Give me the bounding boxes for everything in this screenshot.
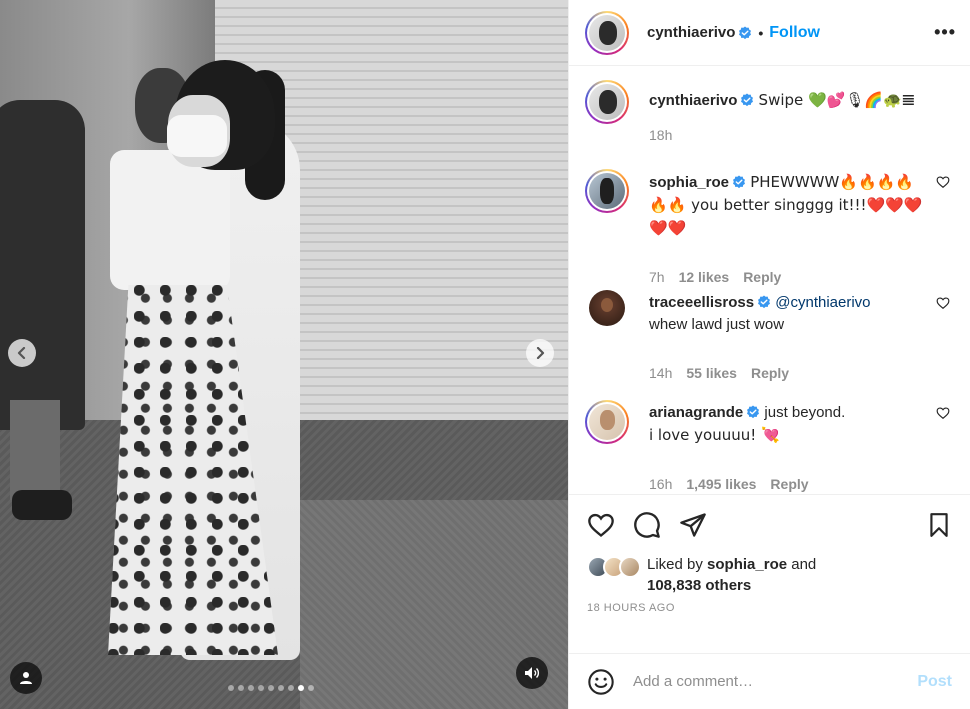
post-sidebar: cynthiaerivo • Follow ••• cynthiaerivo S… [568,0,970,709]
comment-meta: 16h 1,495 likes Reply [649,473,930,494]
header-separator: • [758,24,764,41]
comment-avatar[interactable] [585,169,629,213]
background-person [0,100,85,430]
face-mask [167,115,227,157]
hugging-person-left-top [110,150,230,290]
comment-meta: 7h 12 likes Reply [649,266,930,288]
verified-icon [747,405,760,419]
caption-text: Swipe 💚💕🎙🌈🐢𝌆 [758,91,916,109]
post-header: cynthiaerivo • Follow ••• [569,0,970,66]
slide-dot [228,685,234,691]
background-person-shoe [12,490,72,520]
emoji-icon[interactable] [587,668,615,696]
heart-icon[interactable] [936,175,950,189]
reply-button[interactable]: Reply [770,473,808,494]
comment-avatar[interactable] [585,400,629,444]
previous-slide-button[interactable] [8,339,36,367]
comment-time: 7h [649,269,665,285]
comment-likes[interactable]: 1,495 likes [686,473,756,494]
comment-meta: 14h 55 likes Reply [649,362,930,384]
reply-button[interactable]: Reply [743,266,781,288]
volume-icon [525,667,540,679]
more-options-button[interactable]: ••• [934,22,956,43]
action-bar [569,494,970,554]
heart-icon[interactable] [587,511,615,539]
caption: cynthiaerivo Swipe 💚💕🎙🌈🐢𝌆 18h [585,80,954,169]
comment-text: whew lawd just wow [649,316,785,333]
caption-time: 18h [649,127,673,143]
post-comment-button[interactable]: Post [917,673,952,691]
caption-username[interactable]: cynthiaerivo [649,92,737,109]
avatar [619,556,641,578]
verified-icon [739,26,752,39]
slide-dot [268,685,274,691]
share-icon[interactable] [679,511,707,539]
slide-dot [308,685,314,691]
comment-time: 14h [649,365,673,381]
slide-indicator [228,685,314,691]
comments-list[interactable]: cynthiaerivo Swipe 💚💕🎙🌈🐢𝌆 18h sophia_roe [569,66,970,494]
likes-count[interactable]: 108,838 others [647,577,751,594]
likes-and: and [787,556,817,573]
next-slide-button[interactable] [526,339,554,367]
follow-button[interactable]: Follow [769,24,820,42]
author-avatar[interactable] [585,10,629,55]
caption-avatar[interactable] [585,80,629,124]
comment-time: 16h [649,476,673,492]
tagged-users-button[interactable] [10,662,42,694]
heart-icon[interactable] [936,406,950,420]
bookmark-icon[interactable] [926,511,952,539]
chevron-left-icon [17,347,26,359]
heart-icon[interactable] [936,296,950,310]
verified-icon [733,175,746,189]
post-modal: cynthiaerivo • Follow ••• cynthiaerivo S… [0,0,970,709]
comment-likes[interactable]: 12 likes [679,266,730,288]
likes-summary: Liked by sophia_roe and 108,838 others [569,554,970,596]
slide-dot [298,685,304,691]
comment-username[interactable]: traceeellisross [649,294,754,311]
chevron-right-icon [536,347,545,359]
slide-dot [258,685,264,691]
comment-item: sophia_roe PHEWWWW🔥🔥🔥🔥🔥🔥 you better sing… [585,169,954,290]
likes-prefix: Liked by [647,556,708,573]
slide-dot [238,685,244,691]
comment-text: just beyond. [764,404,846,421]
comment-icon[interactable] [633,511,661,539]
add-comment-bar: Post [569,653,970,709]
liked-by-user[interactable]: sophia_roe [707,556,787,573]
verified-icon [758,295,771,309]
post-timestamp: 18 HOURS AGO [587,602,675,614]
comment-item: arianagrande just beyond. i love youuuu!… [585,400,954,494]
user-tag-icon [20,672,32,684]
comment-item: traceeellisross @cynthiaerivo whew lawd … [585,290,954,400]
liker-avatars [587,556,641,578]
background-person-legs [10,400,60,500]
comment-username[interactable]: arianagrande [649,404,743,421]
comment-mention[interactable]: @cynthiaerivo [775,294,870,311]
comment-text-line2: i love youuuu! 💘 [649,426,780,444]
slide-dot [248,685,254,691]
author-username[interactable]: cynthiaerivo [647,24,735,41]
slide-dot [288,685,294,691]
slide-dot [278,685,284,691]
comment-avatar[interactable] [589,290,625,326]
comment-likes[interactable]: 55 likes [686,362,737,384]
comment-username[interactable]: sophia_roe [649,174,729,191]
volume-button[interactable] [516,657,548,689]
comment-input[interactable] [633,673,918,690]
verified-icon [741,93,754,107]
post-media[interactable] [0,0,568,709]
reply-button[interactable]: Reply [751,362,789,384]
